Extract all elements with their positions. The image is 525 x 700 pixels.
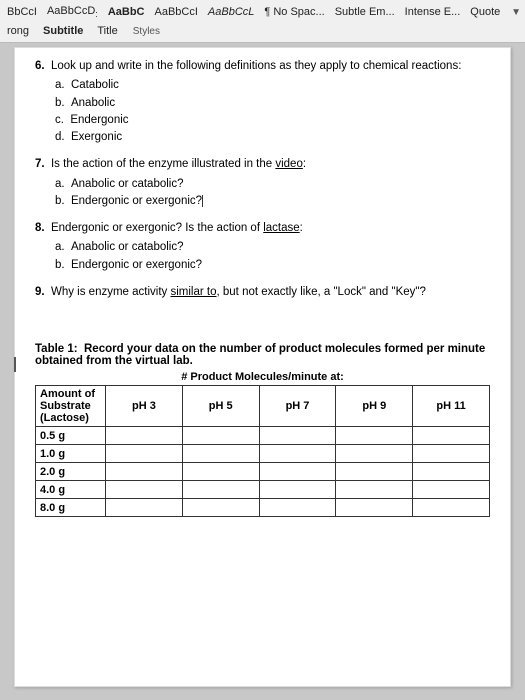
- row-40g-ph9[interactable]: [336, 481, 413, 499]
- question-8: 8. Endergonic or exergonic? Is the actio…: [35, 220, 490, 274]
- row-40g-ph5[interactable]: [182, 481, 259, 499]
- table-row-10g: 1.0 g: [36, 445, 490, 463]
- col-ph9-header: pH 9: [336, 386, 413, 427]
- document-area: 6. Look up and write in the following de…: [14, 47, 511, 687]
- q8-text: 8. Endergonic or exergonic? Is the actio…: [35, 222, 303, 234]
- style-aabbccl[interactable]: AaBbCcL: [205, 5, 257, 19]
- row-05g-ph7[interactable]: [259, 427, 336, 445]
- row-05g-ph11[interactable]: [413, 427, 490, 445]
- col-ph11-header: pH 11: [413, 386, 490, 427]
- table-section: Table 1: Record your data on the number …: [35, 343, 490, 517]
- q7-b: b. Endergonic or exergonic?: [55, 193, 490, 210]
- q6-c: c. Endergonic: [55, 112, 490, 129]
- text-cursor: [202, 195, 203, 207]
- q6-d: d. Exergonic: [55, 129, 490, 146]
- style-quote[interactable]: Quote: [467, 5, 503, 19]
- row-10g-ph3[interactable]: [106, 445, 183, 463]
- row-20g-ph3[interactable]: [106, 463, 183, 481]
- row-80g-ph3[interactable]: [106, 499, 183, 517]
- row-40g-label: 4.0 g: [36, 481, 106, 499]
- q8-list: a. Anabolic or catabolic? b. Endergonic …: [35, 239, 490, 274]
- style-aabbccd[interactable]: AaBbCcD:: [44, 4, 101, 20]
- question-7: 7. Is the action of the enzyme illustrat…: [35, 156, 490, 210]
- row-40g-ph7[interactable]: [259, 481, 336, 499]
- q6-text: 6. Look up and write in the following de…: [35, 60, 461, 72]
- style-subtleem[interactable]: Subtle Em...: [332, 5, 398, 19]
- q7-video-link: video: [275, 158, 303, 170]
- style-bbcci[interactable]: BbCcI: [4, 5, 40, 19]
- question-6: 6. Look up and write in the following de…: [35, 58, 490, 146]
- q9-similar-link: similar to: [170, 286, 216, 298]
- row-10g-ph9[interactable]: [336, 445, 413, 463]
- row-10g-label: 1.0 g: [36, 445, 106, 463]
- spacer: [35, 311, 490, 329]
- toolbar: BbCcI AaBbCcD: AaBbC AaBbCcI AaBbCcL ¶ N…: [0, 0, 525, 43]
- table-row-80g: 8.0 g: [36, 499, 490, 517]
- row-05g-label: 0.5 g: [36, 427, 106, 445]
- row-05g-ph3[interactable]: [106, 427, 183, 445]
- row-10g-ph5[interactable]: [182, 445, 259, 463]
- row-20g-ph7[interactable]: [259, 463, 336, 481]
- style-aabbcci[interactable]: AaBbCcI: [151, 5, 200, 19]
- q7-list: a. Anabolic or catabolic? b. Endergonic …: [35, 176, 490, 211]
- style-nospace[interactable]: ¶ No Spac...: [261, 5, 327, 19]
- row-10g-ph11[interactable]: [413, 445, 490, 463]
- nav-subtitle[interactable]: Subtitle: [40, 24, 86, 38]
- q6-a: a. Catabolic: [55, 77, 490, 94]
- margin-mark: [14, 357, 16, 372]
- row-20g-label: 2.0 g: [36, 463, 106, 481]
- row-40g-ph11[interactable]: [413, 481, 490, 499]
- nav-title[interactable]: Title: [94, 24, 120, 38]
- q8-a: a. Anabolic or catabolic?: [55, 239, 490, 256]
- row-20g-ph11[interactable]: [413, 463, 490, 481]
- row-80g-label: 8.0 g: [36, 499, 106, 517]
- q7-a: a. Anabolic or catabolic?: [55, 176, 490, 193]
- row-20g-ph5[interactable]: [182, 463, 259, 481]
- row-05g-ph5[interactable]: [182, 427, 259, 445]
- row-20g-ph9[interactable]: [336, 463, 413, 481]
- q9-text: 9. Why is enzyme activity similar to, bu…: [35, 286, 426, 298]
- row-80g-ph9[interactable]: [336, 499, 413, 517]
- table-row-40g: 4.0 g: [36, 481, 490, 499]
- table-subtitle: # Product Molecules/minute at:: [35, 371, 490, 383]
- styles-dropdown[interactable]: ▼: [511, 7, 521, 18]
- q7-text: 7. Is the action of the enzyme illustrat…: [35, 158, 306, 170]
- styles-row: BbCcI AaBbCcD: AaBbC AaBbCcI AaBbCcL ¶ N…: [4, 2, 521, 22]
- question-9: 9. Why is enzyme activity similar to, bu…: [35, 284, 490, 301]
- style-intensee[interactable]: Intense E...: [402, 5, 464, 19]
- q8-lactase-link: lactase: [263, 222, 299, 234]
- q8-b: b. Endergonic or exergonic?: [55, 257, 490, 274]
- row-05g-ph9[interactable]: [336, 427, 413, 445]
- q6-b: b. Anabolic: [55, 95, 490, 112]
- col-substrate-header: Amount ofSubstrate(Lactose): [36, 386, 106, 427]
- nav-rong[interactable]: rong: [4, 24, 32, 38]
- table-title: Table 1: Record your data on the number …: [35, 343, 490, 367]
- table-row-05g: 0.5 g: [36, 427, 490, 445]
- styles-label: Styles: [129, 25, 164, 38]
- row-80g-ph7[interactable]: [259, 499, 336, 517]
- col-ph3-header: pH 3: [106, 386, 183, 427]
- row-40g-ph3[interactable]: [106, 481, 183, 499]
- col-ph7-header: pH 7: [259, 386, 336, 427]
- style-aabbc[interactable]: AaBbC: [105, 5, 148, 19]
- row-80g-ph11[interactable]: [413, 499, 490, 517]
- col-ph5-header: pH 5: [182, 386, 259, 427]
- table-row-20g: 2.0 g: [36, 463, 490, 481]
- table-header-row: Amount ofSubstrate(Lactose) pH 3 pH 5 pH…: [36, 386, 490, 427]
- q6-list: a. Catabolic b. Anabolic c. Endergonic d…: [35, 77, 490, 146]
- row-10g-ph7[interactable]: [259, 445, 336, 463]
- data-table: Amount ofSubstrate(Lactose) pH 3 pH 5 pH…: [35, 385, 490, 517]
- nav-row: rong Subtitle Title Styles: [4, 22, 521, 40]
- row-80g-ph5[interactable]: [182, 499, 259, 517]
